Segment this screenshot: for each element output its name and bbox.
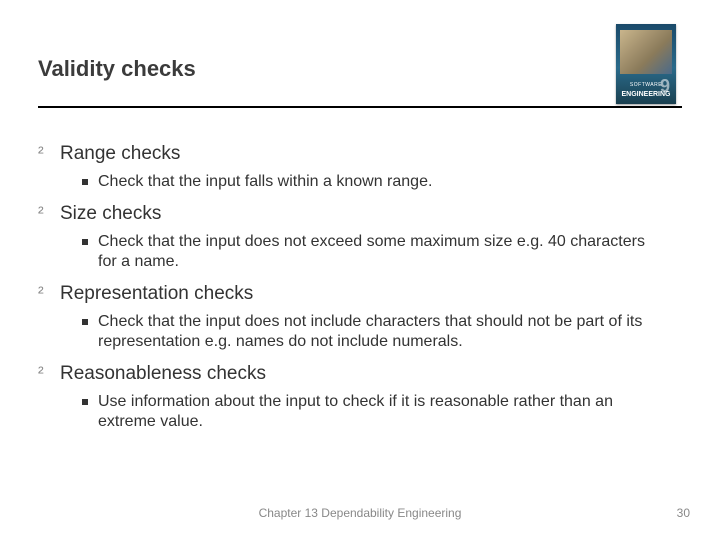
slide: SOFTWARE ENGINEERING 9 Validity checks ²… (0, 0, 720, 540)
footer-chapter-label: Chapter 13 Dependability Engineering (0, 506, 720, 520)
slide-title: Validity checks (38, 56, 610, 82)
bullet-subtext: Use information about the input to check… (98, 392, 658, 432)
bullet-heading: Reasonableness checks (60, 362, 266, 386)
bullet-subtext: Check that the input falls within a know… (98, 172, 432, 192)
square-bullet-icon (82, 239, 88, 245)
bullet-heading: Range checks (60, 142, 180, 166)
bullet-level1: ² Size checks (38, 202, 682, 226)
bullet-heading: Size checks (60, 202, 161, 226)
square-bullet-icon (82, 179, 88, 185)
diamond-bullet-icon: ² (38, 362, 52, 384)
content-area: ² Range checks Check that the input fall… (38, 136, 682, 480)
bullet-level2: Use information about the input to check… (82, 392, 682, 432)
bullet-level2: Check that the input falls within a know… (82, 172, 682, 192)
bullet-subtext: Check that the input does not include ch… (98, 312, 658, 352)
book-cover-photo (620, 30, 672, 74)
title-underline (38, 106, 682, 108)
title-area: Validity checks (38, 56, 610, 82)
diamond-bullet-icon: ² (38, 282, 52, 304)
bullet-level2: Check that the input does not include ch… (82, 312, 682, 352)
diamond-bullet-icon: ² (38, 202, 52, 224)
book-cover-thumbnail: SOFTWARE ENGINEERING 9 (616, 24, 676, 104)
square-bullet-icon (82, 399, 88, 405)
bullet-level1: ² Range checks (38, 142, 682, 166)
diamond-bullet-icon: ² (38, 142, 52, 164)
footer-page-number: 30 (677, 506, 690, 520)
bullet-level1: ² Reasonableness checks (38, 362, 682, 386)
bullet-heading: Representation checks (60, 282, 253, 306)
square-bullet-icon (82, 319, 88, 325)
book-edition-number: 9 (660, 76, 670, 97)
bullet-level1: ² Representation checks (38, 282, 682, 306)
bullet-level2: Check that the input does not exceed som… (82, 232, 682, 272)
bullet-subtext: Check that the input does not exceed som… (98, 232, 658, 272)
